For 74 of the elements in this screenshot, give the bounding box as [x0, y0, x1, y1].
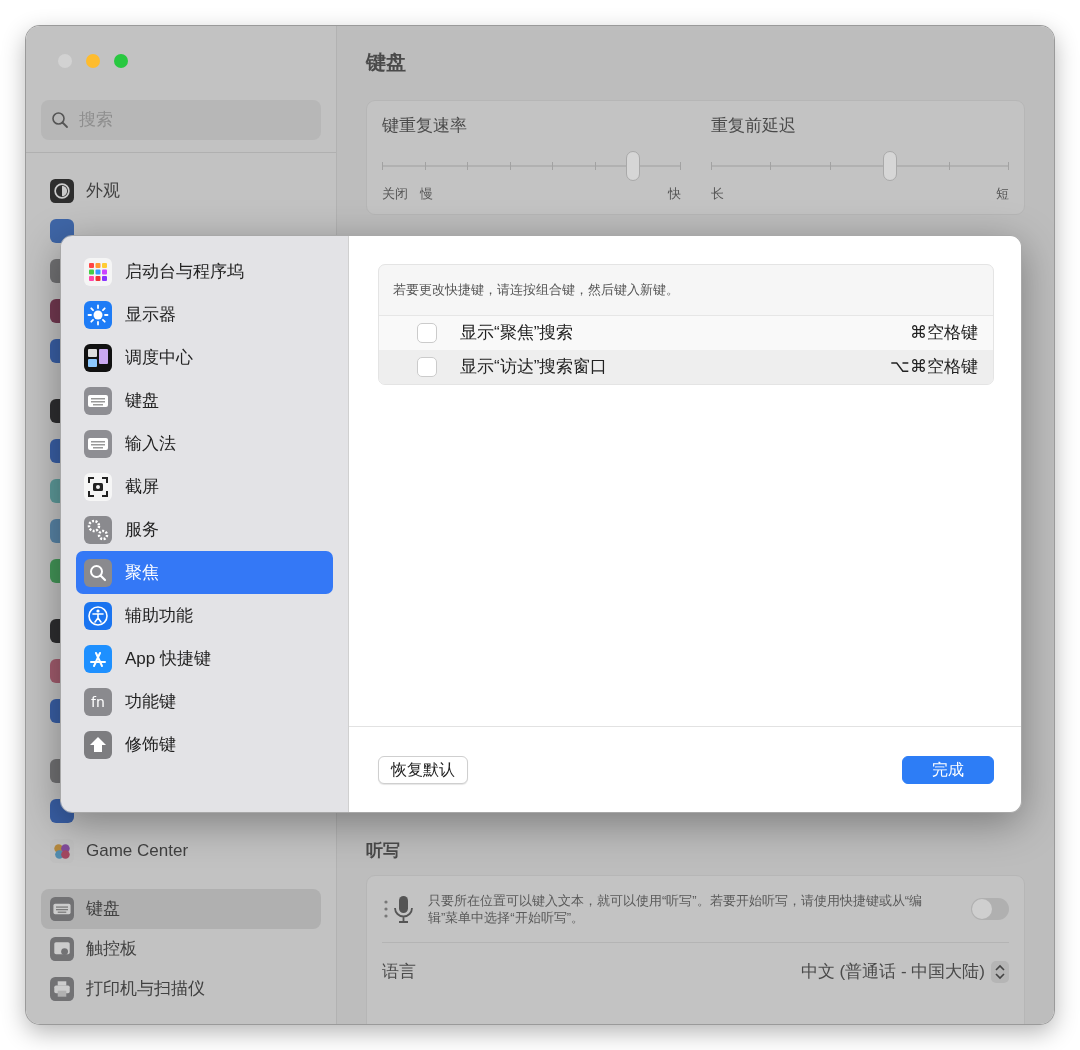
sidebar-item[interactable]: 截屏	[76, 465, 333, 508]
sidebar-item[interactable]: 调度中心	[76, 336, 333, 379]
tick-mark	[829, 162, 831, 170]
zoom-button[interactable]	[114, 54, 128, 68]
sidebar-item[interactable]: Game Center	[41, 831, 321, 871]
sidebar-item[interactable]: 显示器	[76, 293, 333, 336]
shortcut-keys[interactable]: ⌥⌘空格键	[890, 354, 978, 380]
done-button[interactable]: 完成	[902, 755, 994, 784]
shortcut-label: 显示“聚焦”搜索	[460, 322, 574, 345]
toggle-switch[interactable]	[971, 898, 1009, 920]
minimize-button[interactable]	[86, 54, 100, 68]
language-popup[interactable]: 中文 (普通话 - 中国大陆)	[800, 959, 1009, 985]
accessibility-icon	[84, 601, 112, 630]
checkbox[interactable]	[417, 323, 437, 343]
tick-mark	[509, 162, 511, 170]
windows-icon	[84, 343, 112, 372]
slider-label: 键重复速率	[382, 115, 468, 137]
sidebar-item[interactable]: 辅助功能	[76, 594, 333, 637]
sidebar-item[interactable]: 触控板	[41, 929, 321, 969]
shortcut-keys[interactable]: ⌘空格键	[910, 320, 978, 346]
slider-label: 长	[710, 186, 724, 202]
sidebar-item[interactable]: 修饰键	[76, 723, 333, 766]
app-grid-icon	[84, 257, 112, 286]
gears-icon	[84, 515, 112, 544]
sidebar-item[interactable]: 聚焦	[76, 551, 333, 594]
slider-label: 重复前延迟	[710, 115, 797, 137]
checkbox[interactable]	[417, 357, 437, 377]
tick-mark	[710, 162, 712, 170]
section-heading: 听写	[366, 840, 401, 862]
keyboard-icon	[84, 386, 112, 415]
setting-label: 语言	[382, 961, 416, 984]
slider-label: 短	[996, 186, 1009, 202]
trackpad-icon	[50, 937, 74, 961]
description: 只要所在位置可以键入文本，就可以使用“听写”。若要开始听写，请使用快捷键或从“编辑”菜单中选择“开始听写”。	[428, 892, 923, 926]
printer-icon	[50, 977, 74, 1001]
sun-icon	[84, 300, 112, 329]
slider-thumb[interactable]	[625, 151, 640, 181]
sidebar-item[interactable]: 启动台与程序坞	[76, 250, 333, 293]
sidebar-item[interactable]: 打印机与扫描仪	[41, 969, 321, 1009]
tick-mark	[552, 162, 553, 170]
sidebar-item[interactable]: App 快捷键	[76, 637, 333, 680]
slider-thumb[interactable]	[882, 151, 897, 181]
sidebar-item[interactable]: fn 功能键	[76, 680, 333, 723]
tick-mark	[424, 162, 426, 170]
tick-mark	[948, 162, 950, 170]
sidebar-item[interactable]: 服务	[76, 508, 333, 551]
camera-icon	[84, 472, 112, 501]
page-title: 键盘	[366, 50, 407, 75]
tick-mark	[594, 162, 596, 170]
tick-mark	[382, 162, 383, 170]
slider-label: 慢	[420, 186, 433, 202]
slider-label: 快	[667, 186, 681, 202]
tick-mark	[679, 162, 681, 170]
app-icon	[50, 219, 74, 243]
restore-button[interactable]: 恢复默认	[378, 755, 468, 784]
slider[interactable]	[710, 151, 1009, 181]
sidebar-item[interactable]: 外观	[41, 171, 321, 211]
tick-mark	[467, 162, 468, 170]
tick-mark	[1008, 162, 1009, 170]
shortcut-label: 显示“访达”搜索窗口	[460, 356, 608, 379]
slider[interactable]	[382, 151, 681, 181]
stepper-icon	[991, 961, 1009, 983]
sidebar-item[interactable]: 键盘	[76, 379, 333, 422]
a-shape-icon	[84, 644, 112, 673]
fn-key-icon: fn	[84, 687, 112, 716]
sidebar-item[interactable]: 输入法	[76, 422, 333, 465]
search-icon	[84, 558, 112, 587]
microphone-icon	[382, 893, 416, 925]
sidebar-item[interactable]: 键盘	[41, 889, 321, 929]
tick-mark	[770, 162, 771, 170]
keyboard-icon	[50, 897, 74, 921]
keyboard-icon	[84, 429, 112, 458]
contrast-icon	[50, 179, 74, 203]
slider-label: 关闭	[382, 186, 408, 202]
